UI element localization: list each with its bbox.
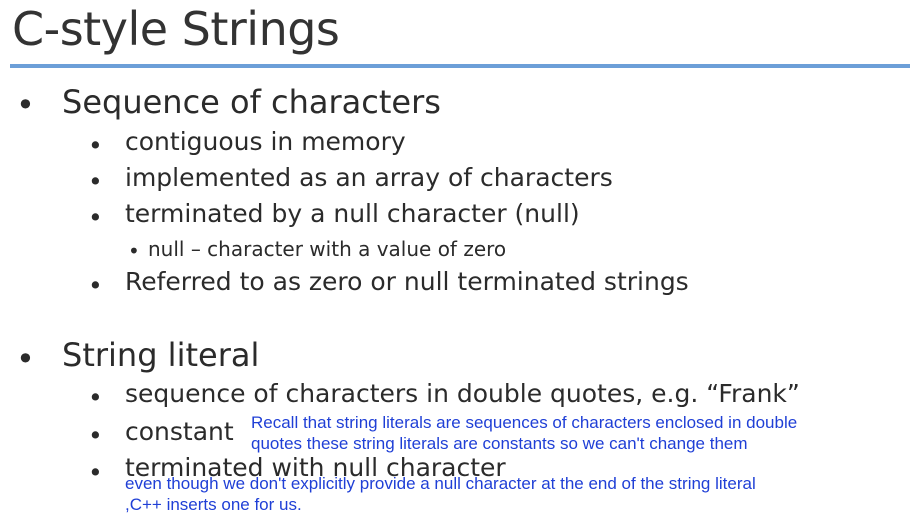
section1-heading: Sequence of characters (62, 83, 441, 121)
section1-item: contiguous in memory (125, 127, 406, 156)
slide-title: C-style Strings (12, 2, 340, 56)
section2-heading: String literal (62, 336, 260, 374)
section2-item: constant (125, 417, 234, 446)
annotation-note-null: even though we don't explicitly provide … (125, 473, 756, 515)
bullet-icon: • (88, 383, 103, 412)
annotation-note-literals: Recall that string literals are sequence… (251, 412, 797, 454)
bullet-icon: • (16, 86, 35, 124)
bullet-icon: • (88, 271, 103, 300)
annotation-line: Recall that string literals are sequence… (251, 413, 798, 432)
section1-item: Referred to as zero or null terminated s… (125, 267, 689, 296)
bullet-icon: • (88, 131, 103, 160)
annotation-line: quotes these string literals are constan… (251, 434, 748, 453)
annotation-line: even though we don't explicitly provide … (125, 474, 756, 493)
section2-item: sequence of characters in double quotes,… (125, 379, 800, 408)
title-rule (10, 64, 910, 68)
section1-item: implemented as an array of characters (125, 163, 613, 192)
bullet-icon: • (88, 167, 103, 196)
bullet-icon: • (88, 203, 103, 232)
bullet-icon: • (128, 239, 140, 263)
bullet-icon: • (88, 458, 103, 487)
section1-subitem: null – character with a value of zero (148, 237, 507, 261)
bullet-icon: • (88, 421, 103, 450)
section1-item: terminated by a null character (null) (125, 199, 580, 228)
bullet-icon: • (16, 340, 35, 378)
